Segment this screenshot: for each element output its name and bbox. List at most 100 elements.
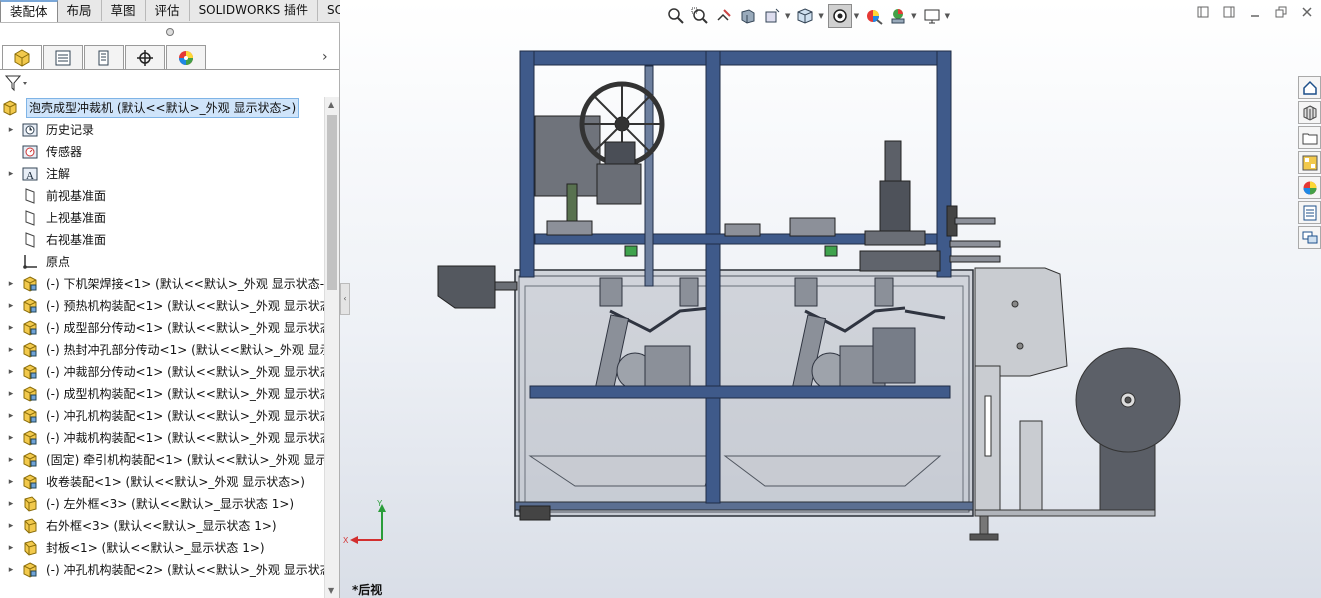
file-explorer-icon[interactable]	[1298, 126, 1321, 149]
apply-scene-icon[interactable]	[887, 5, 909, 27]
tree-item[interactable]: ▸ (-) 成型部分传动<1> (默认<<默认>_外观 显示状态	[0, 317, 324, 339]
tree-item-label: (-) 冲裁机构装配<1> (默认<<默认>_外观 显示状态	[46, 431, 324, 445]
tree-item-label: (-) 左外框<3> (默认<<默认>_显示状态 1>)	[46, 497, 295, 511]
scrollbar-thumb[interactable]	[327, 115, 337, 290]
tree-item[interactable]: ▸ (-) 冲裁部分传动<1> (默认<<默认>_外观 显示状态	[0, 361, 324, 383]
expand-arrow-icon[interactable]: ▸	[6, 361, 16, 383]
tree-item[interactable]: ▸ (-) 冲孔机构装配<2> (默认<<默认>_外观 显示状态	[0, 559, 324, 581]
tree-item-label: (-) 下机架焊接<1> (默认<<默认>_外观 显示状态-	[46, 277, 324, 291]
tree-item[interactable]: 原点	[0, 251, 324, 273]
view-settings-icon[interactable]	[921, 5, 943, 27]
tree-filter[interactable]	[4, 74, 30, 94]
origin-icon	[22, 254, 38, 270]
expand-arrow-icon[interactable]: ▸	[6, 273, 16, 295]
tree-item[interactable]: 传感器	[0, 141, 324, 163]
manager-more-chevron-icon[interactable]: ›	[322, 49, 328, 65]
previous-view-icon[interactable]	[713, 5, 735, 27]
zoom-to-fit-icon[interactable]	[665, 5, 687, 27]
home-icon[interactable]	[1298, 76, 1321, 99]
expand-arrow-icon[interactable]: ▸	[6, 515, 16, 537]
tree-item[interactable]: ▸ (-) 左外框<3> (默认<<默认>_显示状态 1>)	[0, 493, 324, 515]
tree-item[interactable]: ▸ 历史记录	[0, 119, 324, 141]
dimxpert-tab[interactable]	[125, 45, 165, 70]
tile-right-icon[interactable]	[1223, 6, 1235, 18]
expand-arrow-icon[interactable]: ▸	[6, 471, 16, 493]
tree-item[interactable]: ▸ (-) 冲裁机构装配<1> (默认<<默认>_外观 显示状态	[0, 427, 324, 449]
edit-appearance-icon[interactable]	[863, 5, 885, 27]
expand-arrow-icon[interactable]: ▸	[6, 427, 16, 449]
zoom-to-area-icon[interactable]	[689, 5, 711, 27]
tree-scrollbar[interactable]: ▲ ▼	[324, 97, 339, 598]
tree-item[interactable]: ▸ 封板<1> (默认<<默认>_显示状态 1>)	[0, 537, 324, 559]
subassembly-icon	[22, 386, 38, 402]
view-orientation-icon[interactable]	[794, 5, 816, 27]
expand-arrow-icon[interactable]: ▸	[6, 383, 16, 405]
expand-arrow-icon[interactable]: ▸	[6, 295, 16, 317]
close-icon[interactable]	[1301, 6, 1313, 18]
coordinate-triad: Y X	[342, 496, 390, 550]
window-controls	[1197, 6, 1313, 18]
expand-arrow-icon[interactable]: ▸	[6, 163, 16, 185]
propertymanager-tab[interactable]	[43, 45, 83, 70]
part-icon	[22, 540, 38, 556]
headsup-toolbar: ▼ ▼ ▼ ▼ ▼	[665, 4, 954, 28]
custom-properties-icon[interactable]	[1298, 201, 1321, 224]
display-style-icon[interactable]	[827, 4, 852, 28]
collapse-panel-handle[interactable]: ‹	[340, 283, 350, 315]
expand-arrow-icon[interactable]: ▸	[6, 493, 16, 515]
tree-item[interactable]: ▸ (-) 下机架焊接<1> (默认<<默认>_外观 显示状态-	[0, 273, 324, 295]
tree-item[interactable]: 上视基准面	[0, 207, 324, 229]
expand-arrow-icon[interactable]: ▸	[6, 405, 16, 427]
tree-item[interactable]: ▸ (-) 预热机构装配<1> (默认<<默认>_外观 显示状态	[0, 295, 324, 317]
expand-arrow-icon[interactable]: ▸	[6, 449, 16, 471]
command-tab[interactable]: SOLIDWORKS 插件	[190, 0, 319, 21]
color-wheel-icon	[179, 51, 193, 65]
tree-item[interactable]: ▸ 收卷装配<1> (默认<<默认>_外观 显示状态>)	[0, 471, 324, 493]
section-view-icon[interactable]	[737, 5, 759, 27]
graphics-viewport[interactable]: ‹ ▼ ▼ ▼ ▼ ▼ Y X *后视	[340, 0, 1321, 598]
tree-item[interactable]: 前视基准面	[0, 185, 324, 207]
triad-y-label: Y	[377, 499, 383, 508]
subassembly-icon	[22, 298, 38, 314]
expand-arrow-icon[interactable]: ▸	[6, 559, 16, 581]
dynamic-annotation-icon[interactable]	[761, 5, 783, 27]
sensor-icon	[22, 144, 38, 160]
tree-item[interactable]: 右视基准面	[0, 229, 324, 251]
feature-tree: 泡壳成型冲裁机 (默认<<默认>_外观 显示状态>) ▸ 历史记录 传感器 ▸ A 注解 前视…	[0, 97, 324, 598]
expand-arrow-icon[interactable]: ▸	[6, 339, 16, 361]
tree-item[interactable]: ▸ A 注解	[0, 163, 324, 185]
configurationmanager-tab[interactable]	[84, 45, 124, 70]
forum-icon[interactable]	[1298, 226, 1321, 249]
tree-item[interactable]: ▸ (固定) 牵引机构装配<1> (默认<<默认>_外观 显示	[0, 449, 324, 471]
expand-arrow-icon[interactable]: ▸	[6, 317, 16, 339]
subassembly-icon	[22, 562, 38, 578]
panel-grip[interactable]	[0, 23, 339, 43]
tree-root[interactable]: 泡壳成型冲裁机 (默认<<默认>_外观 显示状态>)	[0, 97, 324, 119]
svg-text:A: A	[26, 170, 34, 182]
featuremanager-tab[interactable]	[2, 45, 42, 70]
restore-icon[interactable]	[1275, 6, 1287, 18]
appearances-icon[interactable]	[1298, 176, 1321, 199]
minimize-icon[interactable]	[1249, 6, 1261, 18]
part-icon	[22, 518, 38, 534]
tree-item[interactable]: ▸ 右外框<3> (默认<<默认>_显示状态 1>)	[0, 515, 324, 537]
assembly-model-back-view[interactable]	[435, 46, 1195, 556]
tree-item[interactable]: ▸ (-) 冲孔机构装配<1> (默认<<默认>_外观 显示状态	[0, 405, 324, 427]
expand-arrow-icon[interactable]: ▸	[6, 119, 16, 141]
plane-icon	[22, 188, 38, 204]
tree-item[interactable]: ▸ (-) 成型机构装配<1> (默认<<默认>_外观 显示状态	[0, 383, 324, 405]
design-library-icon[interactable]	[1298, 101, 1321, 124]
view-palette-icon[interactable]	[1298, 151, 1321, 174]
command-tab[interactable]: 布局	[58, 0, 102, 21]
subassembly-icon	[22, 342, 38, 358]
subassembly-icon	[22, 320, 38, 336]
expand-arrow-icon[interactable]: ▸	[6, 537, 16, 559]
property-list-icon	[55, 50, 71, 66]
command-tab[interactable]: 装配体	[0, 0, 58, 22]
tree-item-label: 右外框<3> (默认<<默认>_显示状态 1>)	[46, 519, 277, 533]
tree-item[interactable]: ▸ (-) 热封冲孔部分传动<1> (默认<<默认>_外观 显示	[0, 339, 324, 361]
tile-left-icon[interactable]	[1197, 6, 1209, 18]
command-tab[interactable]: 草图	[102, 0, 146, 21]
command-tab[interactable]: 评估	[146, 0, 190, 21]
display-manager-tab[interactable]	[166, 45, 206, 70]
